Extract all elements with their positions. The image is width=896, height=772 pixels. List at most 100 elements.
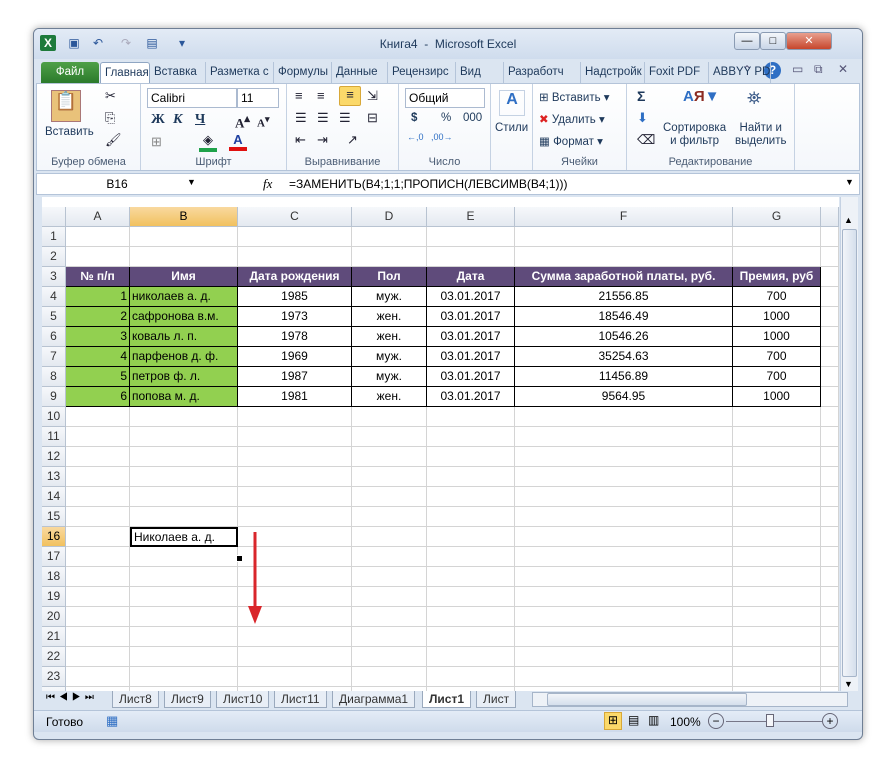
cell[interactable] <box>821 607 839 627</box>
tab-1[interactable]: Главная <box>100 62 150 83</box>
table-cell[interactable]: 6 <box>66 387 130 407</box>
table-header-cell[interactable]: Премия, руб <box>733 267 821 287</box>
tab-6[interactable]: Рецензирс <box>388 62 456 83</box>
cell[interactable] <box>821 527 839 547</box>
cell[interactable] <box>427 567 515 587</box>
cell[interactable] <box>66 587 130 607</box>
cell[interactable] <box>427 587 515 607</box>
delete-cells-button[interactable]: ✖ Удалить ▾ <box>539 112 605 126</box>
row-header-11[interactable]: 11 <box>42 427 66 447</box>
cell[interactable] <box>427 607 515 627</box>
table-cell[interactable]: муж. <box>352 367 427 387</box>
cell[interactable] <box>352 247 427 267</box>
restore-button[interactable]: □ <box>760 32 786 50</box>
font-name-select[interactable]: Calibri <box>147 88 237 108</box>
fill-icon[interactable]: ⬇ <box>637 110 648 126</box>
cell[interactable] <box>130 247 238 267</box>
cell[interactable] <box>733 407 821 427</box>
cell[interactable] <box>352 607 427 627</box>
cell[interactable] <box>66 447 130 467</box>
align-middle-icon[interactable]: ≡ <box>317 88 325 103</box>
table-cell[interactable]: 03.01.2017 <box>427 367 515 387</box>
tab-9[interactable]: Надстройк <box>581 62 645 83</box>
autosum-button[interactable]: Σ <box>637 88 645 104</box>
shrink-font-icon[interactable]: A▾ <box>257 114 270 130</box>
cell[interactable] <box>352 647 427 667</box>
cell[interactable] <box>821 547 839 567</box>
cell[interactable] <box>515 447 733 467</box>
cell[interactable] <box>733 507 821 527</box>
cell[interactable] <box>130 587 238 607</box>
orientation-icon[interactable]: ↗ <box>347 132 358 148</box>
table-cell[interactable]: жен. <box>352 387 427 407</box>
table-cell[interactable]: 1985 <box>238 287 352 307</box>
increase-decimal-icon[interactable]: ←,0 <box>407 132 424 142</box>
row-header-23[interactable]: 23 <box>42 667 66 687</box>
sheet-tab-0[interactable]: Лист8 <box>112 691 159 708</box>
cell[interactable] <box>515 547 733 567</box>
cell[interactable] <box>515 607 733 627</box>
cell[interactable] <box>427 667 515 687</box>
cell[interactable] <box>130 487 238 507</box>
cell[interactable] <box>352 227 427 247</box>
row-header-6[interactable]: 6 <box>42 327 66 347</box>
merge-cells-icon[interactable]: ⊟ <box>367 110 378 126</box>
cell[interactable] <box>238 447 352 467</box>
table-cell[interactable]: петров ф. л. <box>130 367 238 387</box>
column-header-B[interactable]: B <box>130 207 238 227</box>
cell[interactable] <box>821 407 839 427</box>
cell[interactable] <box>427 247 515 267</box>
cell[interactable] <box>130 227 238 247</box>
decrease-indent-icon[interactable]: ⇤ <box>295 132 306 148</box>
vertical-scrollbar[interactable]: ▲ ▼ <box>840 197 858 691</box>
cell[interactable] <box>66 247 130 267</box>
tab-4[interactable]: Формулы <box>274 62 332 83</box>
cell[interactable] <box>352 487 427 507</box>
cell[interactable] <box>515 227 733 247</box>
table-cell[interactable]: 03.01.2017 <box>427 307 515 327</box>
row-header-19[interactable]: 19 <box>42 587 66 607</box>
table-cell[interactable]: 1981 <box>238 387 352 407</box>
cell[interactable] <box>733 627 821 647</box>
cell[interactable] <box>515 247 733 267</box>
cell[interactable] <box>821 627 839 647</box>
cell[interactable] <box>733 447 821 467</box>
table-cell[interactable]: 2 <box>66 307 130 327</box>
scroll-up-icon[interactable]: ▲ <box>844 215 853 225</box>
table-cell[interactable]: 21556.85 <box>515 287 733 307</box>
cell[interactable] <box>427 427 515 447</box>
row-header-21[interactable]: 21 <box>42 627 66 647</box>
page-layout-view-icon[interactable]: ▤ <box>628 713 639 727</box>
cell[interactable] <box>427 527 515 547</box>
cell[interactable] <box>515 507 733 527</box>
font-size-select[interactable]: 11 <box>237 88 279 108</box>
binoculars-icon[interactable]: ⛯ <box>747 88 761 109</box>
sheet-tab-2[interactable]: Лист10 <box>216 691 270 708</box>
cell[interactable] <box>427 487 515 507</box>
row-header-20[interactable]: 20 <box>42 607 66 627</box>
cell[interactable] <box>130 627 238 647</box>
table-cell[interactable]: попова м. д. <box>130 387 238 407</box>
cell[interactable] <box>238 467 352 487</box>
column-header-E[interactable]: E <box>427 207 515 227</box>
cell[interactable] <box>238 647 352 667</box>
row-header-18[interactable]: 18 <box>42 567 66 587</box>
cell[interactable] <box>130 667 238 687</box>
minimize-button[interactable]: — <box>734 32 760 50</box>
align-bottom-icon[interactable]: ≡ <box>339 86 361 106</box>
cell[interactable] <box>238 627 352 647</box>
table-header-cell[interactable]: № п/п <box>66 267 130 287</box>
table-cell[interactable]: 700 <box>733 287 821 307</box>
row-header-13[interactable]: 13 <box>42 467 66 487</box>
cell[interactable] <box>821 327 839 347</box>
increase-indent-icon[interactable]: ⇥ <box>317 132 328 148</box>
column-header-C[interactable]: C <box>238 207 352 227</box>
workbook-minimize-icon[interactable]: ▭ <box>792 62 803 76</box>
cell[interactable] <box>130 607 238 627</box>
zoom-out-button[interactable]: − <box>708 713 724 729</box>
cell[interactable] <box>130 447 238 467</box>
cell[interactable] <box>352 667 427 687</box>
decrease-decimal-icon[interactable]: ,00→ <box>431 132 453 142</box>
table-cell[interactable]: 18546.49 <box>515 307 733 327</box>
currency-button[interactable]: $ <box>411 112 417 124</box>
